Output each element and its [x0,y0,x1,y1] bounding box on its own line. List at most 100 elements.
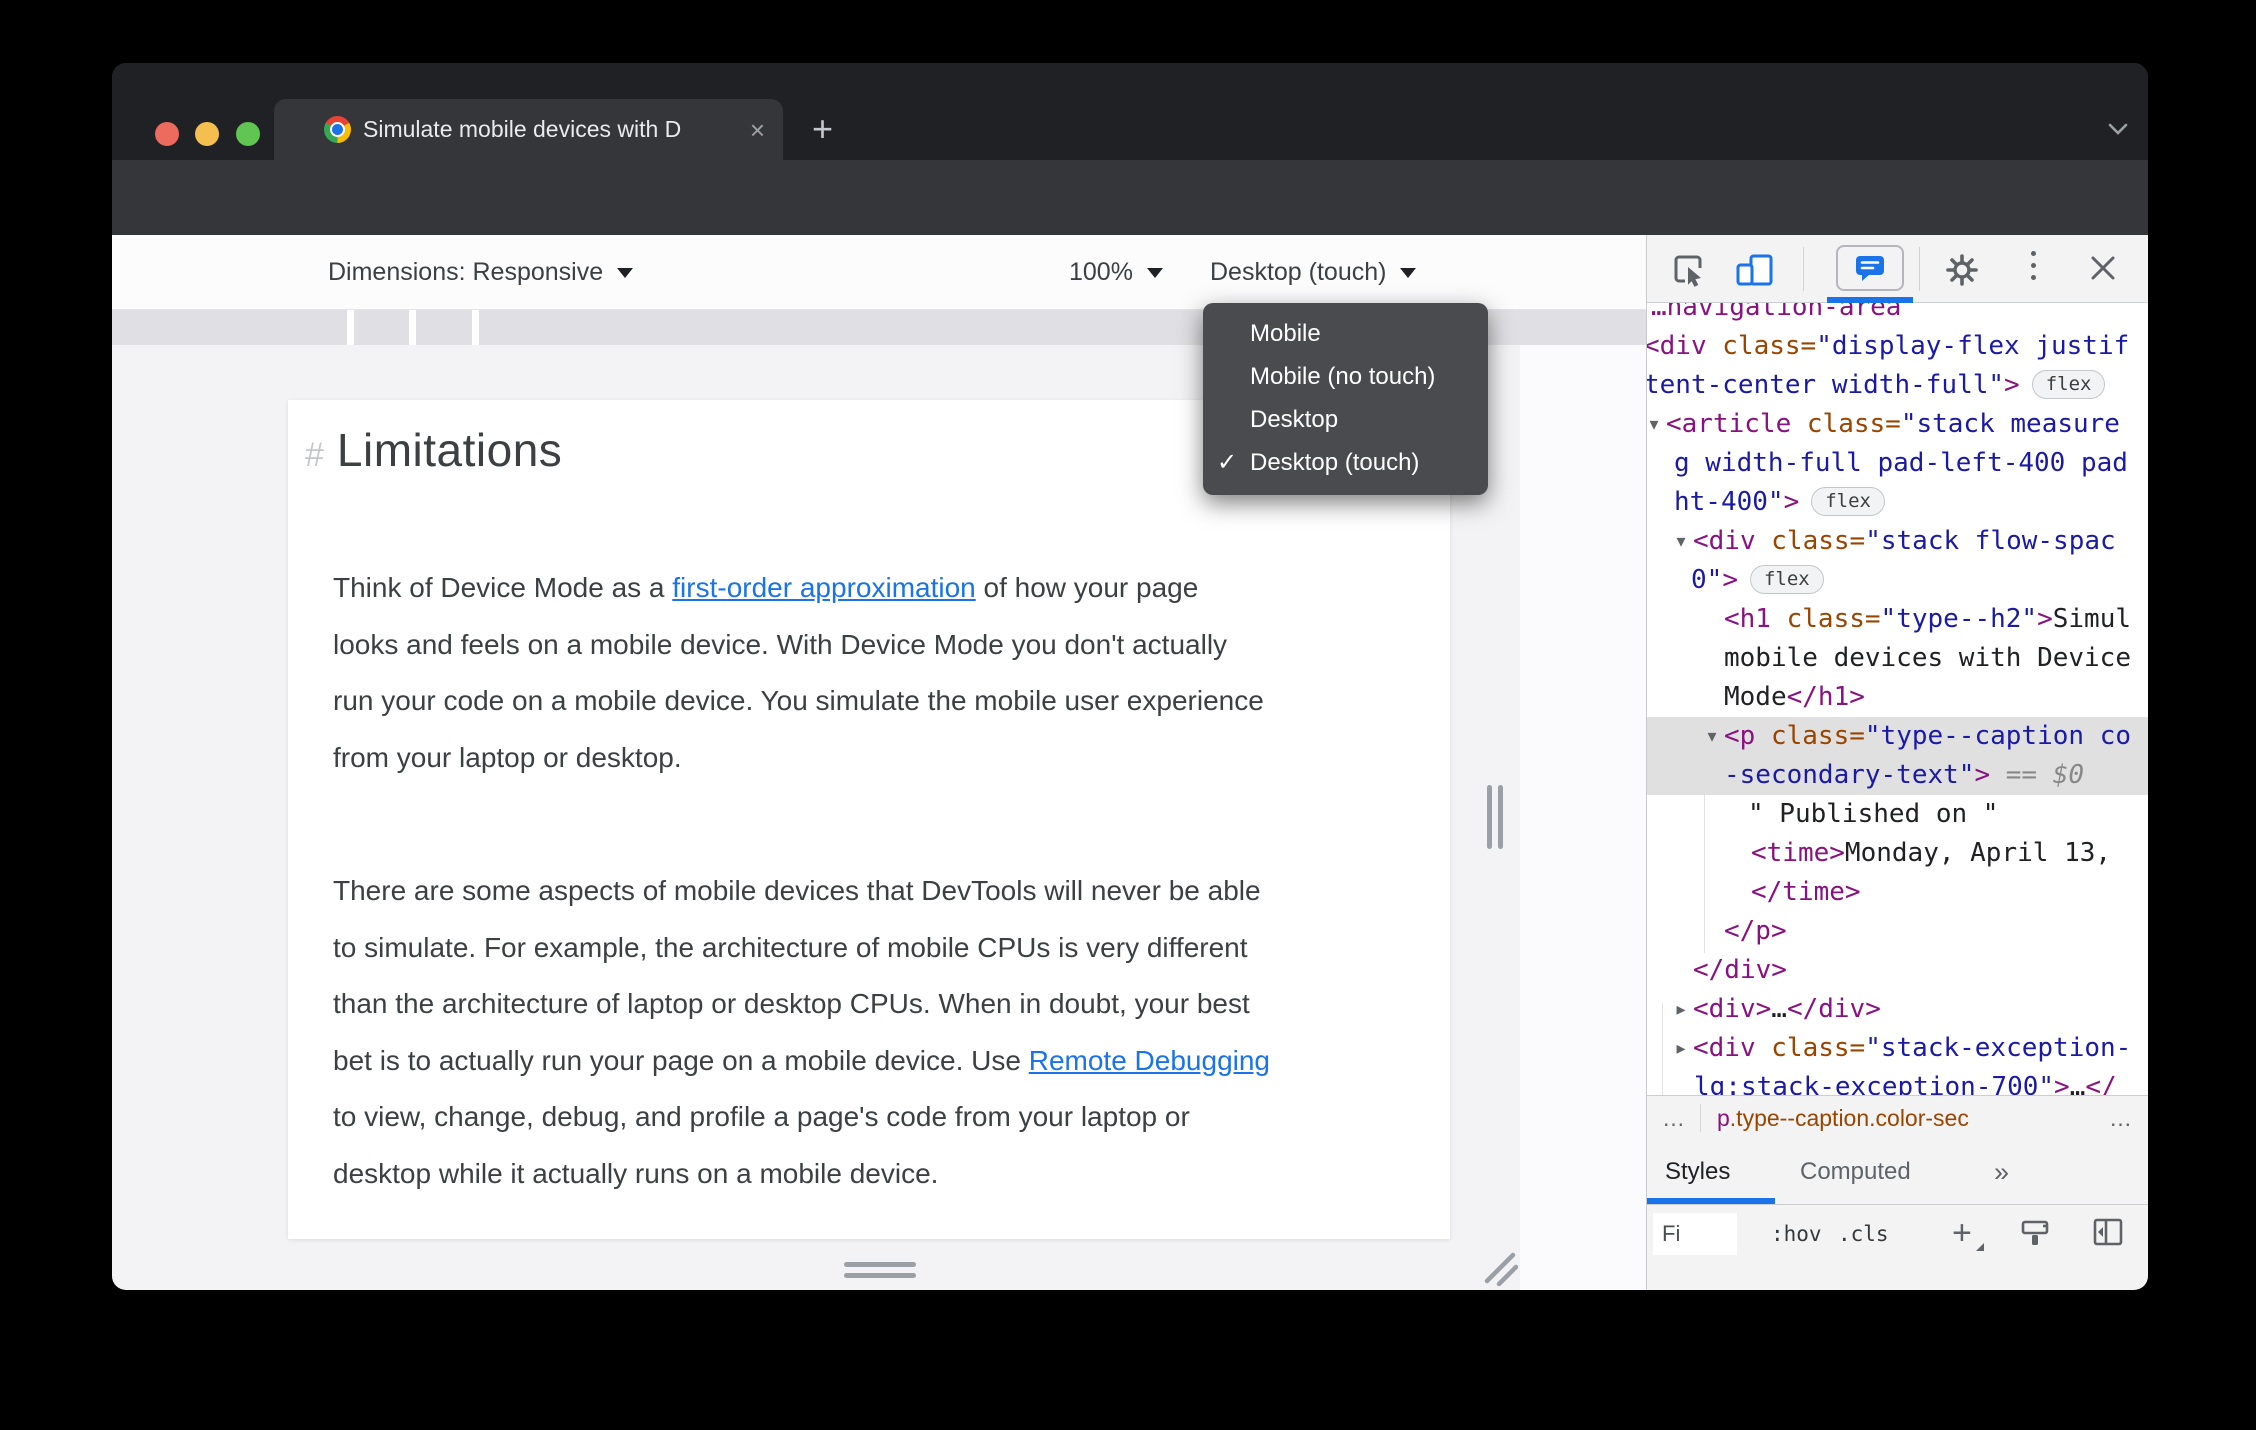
breadcrumb-overflow-left[interactable]: … [1647,1105,1700,1132]
page-heading: # Limitations [305,423,562,477]
zoom-select[interactable]: 100% [1069,235,1163,310]
code-line[interactable]: <h1 class="type--h2">Simul [1647,600,2148,639]
devtools-panel: …navigation-area <div class="display-flex… [1646,235,2148,1290]
settings-gear-icon[interactable] [1944,252,1980,293]
new-style-rule-button[interactable]: + [1952,1205,1984,1263]
minimize-window-button[interactable] [195,122,219,146]
dimensions-select[interactable]: Dimensions: Responsive [328,235,634,310]
code-line[interactable]: lg:stack-exception-700">…</ [1647,1068,2148,1095]
breadcrumb-overflow-right[interactable]: … [2094,1105,2148,1132]
paragraph-line: bet is to actually run your page on a mo… [333,1033,1448,1090]
maximize-window-button[interactable] [236,122,260,146]
viewport-corner-resize-handle[interactable] [1484,1250,1519,1290]
menu-item[interactable]: ✓ Desktop (touch) [1203,441,1488,484]
menu-item[interactable]: Mobile [1203,312,1488,355]
text-segment: Think of Device Mode as a [333,572,673,603]
zoom-value: 100% [1069,258,1133,286]
menu-item-label: Desktop (touch) [1250,448,1420,476]
text-segment: desktop while it actually runs on a mobi… [333,1157,939,1189]
flex-badge[interactable]: flex [1811,487,1885,516]
styles-toolbar: :hov .cls + [1647,1205,2148,1263]
text-segment: There are some aspects of mobile devices… [333,875,1261,906]
tab-close-icon[interactable]: × [750,117,765,143]
device-type-dropdown: Mobile Mobile (no touch) Desktop ✓ Desktop (… [1203,303,1488,495]
code-line[interactable]: Mode</h1> [1647,678,2148,717]
code-line-selected[interactable]: -secondary-text"> == $0 [1647,756,2148,795]
code-line[interactable]: tent-center width-full"> flex [1647,366,2148,405]
new-tab-button[interactable]: + [812,111,833,147]
devtools-toolbar [1647,235,2148,303]
breadcrumb-selected-node[interactable]: p.type--caption.color-sec [1717,1105,1969,1132]
menu-item[interactable]: Desktop [1203,398,1488,441]
paragraph-line: to simulate. For example, the architectu… [333,920,1448,977]
styles-filter-input[interactable] [1653,1213,1737,1255]
menu-item-label: Desktop [1250,405,1339,433]
code-line[interactable]: </time> [1647,873,2148,912]
more-tabs-icon[interactable]: » [1994,1140,2009,1204]
titlebar: Simulate mobile devices with D × + [112,63,2148,160]
code-line[interactable]: <div class="stack flow-spac ▾ [1647,522,2148,561]
code-line[interactable]: ht-400"> flex [1647,483,2148,522]
code-line[interactable]: mobile devices with Device [1647,639,2148,678]
toggle-hover-state-button[interactable]: :hov [1771,1205,1822,1263]
expand-open-icon[interactable]: ▾ [1670,522,1692,561]
breadcrumb-divider [1700,1104,1701,1132]
toolbar-divider [1919,247,1920,291]
text-segment: of how your page [975,572,1199,603]
code-line[interactable]: </div> [1647,951,2148,990]
heading-text: Limitations [336,424,563,476]
code-line-selected[interactable]: <p class="type--caption co ▾ [1647,717,2148,756]
tab-computed[interactable]: Computed [1800,1140,1911,1204]
code-line[interactable]: …navigation-area [1647,303,2148,327]
code-line[interactable]: g width-full pad-left-400 pad [1647,444,2148,483]
flex-badge[interactable]: flex [1749,565,1824,594]
styles-tab-underline [1647,1198,1775,1204]
inline-link[interactable]: first-order approximation [672,572,975,603]
elements-tree: …navigation-area <div class="display-flex… [1647,303,2148,1095]
caret-down-icon [1400,267,1417,278]
code-line[interactable]: <time>Monday, April 13, [1647,834,2148,873]
toggle-device-toolbar-icon[interactable] [1734,252,1774,293]
expand-closed-icon[interactable]: ▸ [1670,1029,1692,1068]
device-type-select[interactable]: Desktop (touch) [1210,235,1417,310]
ruler-divider [347,310,354,345]
viewport-width-resize-handle[interactable] [1487,785,1503,849]
expand-open-icon[interactable]: ▾ [1701,717,1723,756]
tab-styles[interactable]: Styles [1665,1140,1730,1204]
caret-down-icon [617,267,634,278]
expand-open-icon[interactable]: ▾ [1647,405,1665,444]
text-segment: looks and feels on a mobile device. With… [333,628,1228,660]
inspect-element-icon[interactable] [1671,252,1707,293]
browser-tab[interactable]: Simulate mobile devices with D × [274,99,783,160]
sidebar-pane-tabs: Styles Computed » [1647,1140,2148,1205]
paragraph-line: looks and feels on a mobile device. With… [333,617,1448,674]
expand-closed-icon[interactable]: ▸ [1670,990,1692,1029]
close-window-button[interactable] [155,122,179,146]
paragraph-line: desktop while it actually runs on a mobi… [333,1146,1448,1203]
toggle-classes-button[interactable]: .cls [1838,1205,1889,1263]
caret-down-icon [1146,267,1163,278]
viewport-height-resize-handle[interactable] [844,1262,916,1278]
code-line[interactable]: 0"> flex [1647,561,2148,600]
text-segment: run your code on a mobile device. You si… [333,685,1264,716]
code-line[interactable]: " Published on " [1647,795,2148,834]
flex-badge[interactable]: flex [2031,370,2106,399]
code-line[interactable]: <div class="stack-exception- ▸ [1647,1029,2148,1068]
whats-new-tab[interactable] [1836,245,1904,291]
paragraph-line: Think of Device Mode as a first-order ap… [333,560,1448,617]
menu-item[interactable]: Mobile (no touch) [1203,355,1488,398]
heading-anchor-icon[interactable]: # [305,436,324,475]
code-line[interactable]: <div class="display-flex justif [1647,327,2148,366]
message-bubble-icon [1856,256,1884,281]
devtools-menu-icon[interactable] [2031,251,2036,280]
inline-link[interactable]: Remote Debugging [1029,1045,1270,1076]
code-line[interactable]: <article class="stack measure ▾ [1647,405,2148,444]
toggle-sidebar-icon[interactable] [2093,1218,2123,1251]
code-line[interactable]: </p> [1647,912,2148,951]
ruler-divider [472,310,479,345]
tab-search-chevron-icon[interactable] [2107,122,2129,141]
code-line[interactable]: <div>…</div> ▸ [1647,990,2148,1029]
paintbrush-icon[interactable] [2019,1218,2051,1255]
close-devtools-icon[interactable] [2087,252,2119,289]
breadcrumb-tag: p [1717,1104,1730,1131]
